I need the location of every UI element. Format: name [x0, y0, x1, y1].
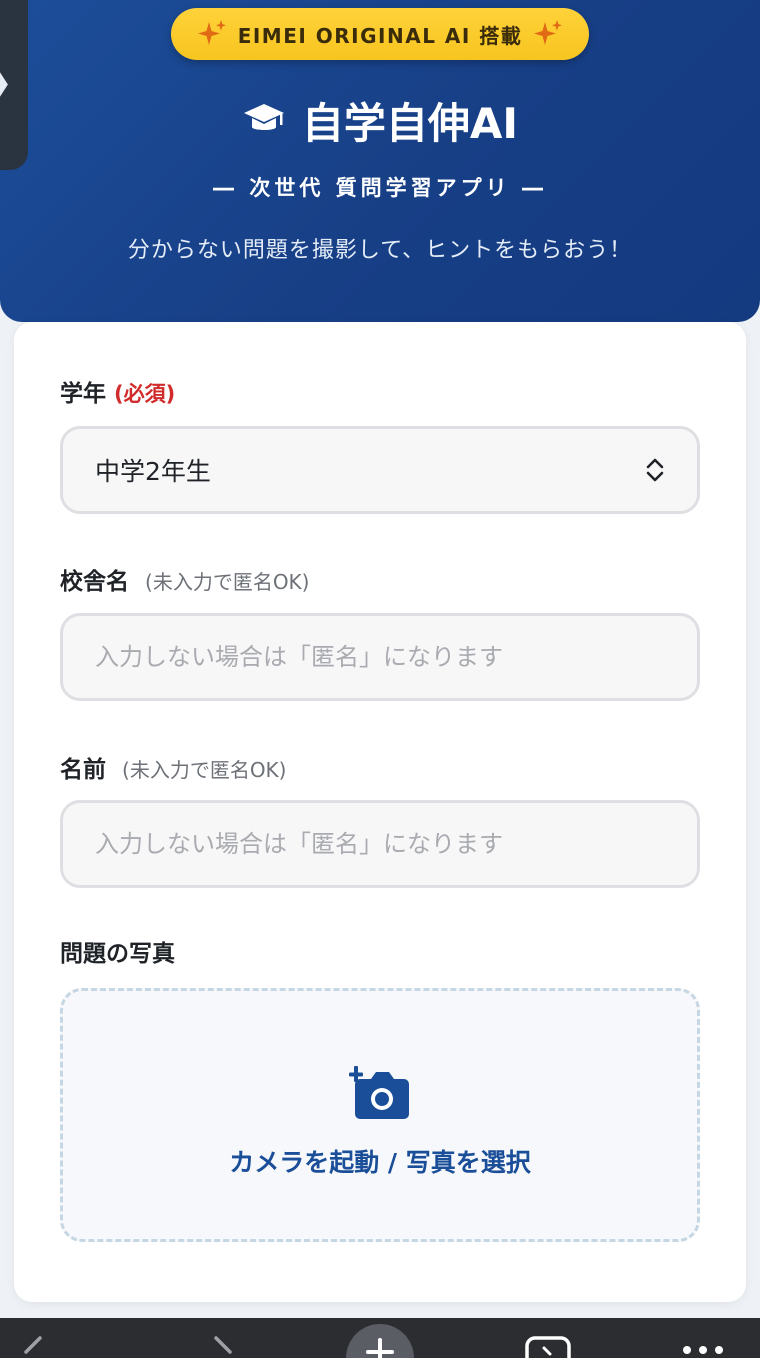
photo-upload-area[interactable]: カメラを起動 / 写真を選択: [60, 988, 700, 1242]
name-label: 名前 (未入力で匿名OK): [60, 757, 287, 783]
school-label: 校舎名 (未入力で匿名OK): [60, 569, 310, 595]
forward-arrow-icon[interactable]: [208, 1336, 238, 1358]
app-header: ❯ EIMEI ORIGINAL AI 搭載 自学自伸AI ― 次世代 質問学習…: [0, 0, 760, 322]
badge-text: EIMEI ORIGINAL AI 搭載: [237, 23, 523, 48]
sparkle-icon: [197, 20, 226, 45]
school-hint: (未入力で匿名OK): [145, 570, 310, 594]
app-subtitle: ― 次世代 質問学習アプリ ―: [213, 176, 547, 200]
question-form: 学年 (必須) 中学2年生 校舎名 (未入力で匿名OK) 名前 (未入力で匿名O…: [14, 322, 746, 1302]
chevron-up-down-icon: [646, 458, 664, 482]
name-field[interactable]: [60, 800, 700, 888]
school-field[interactable]: [60, 613, 700, 701]
back-arrow-icon[interactable]: [18, 1336, 48, 1358]
grade-label: 学年 (必須): [60, 381, 176, 407]
app-title-text: 自学自伸AI: [301, 98, 519, 148]
grade-select-value: 中学2年生: [95, 457, 211, 486]
school-input[interactable]: [95, 643, 665, 671]
upload-label: カメラを起動 / 写真を選択: [229, 1148, 531, 1177]
graduation-cap-icon: [243, 104, 284, 130]
plus-icon: [366, 1338, 394, 1358]
browser-toolbar: [0, 1318, 760, 1358]
photo-label: 問題の写真: [60, 941, 175, 967]
name-hint: (未入力で匿名OK): [122, 758, 287, 782]
name-input[interactable]: [95, 830, 665, 858]
required-mark: (必須): [114, 382, 176, 406]
app-title: 自学自伸AI: [0, 90, 760, 150]
more-icon[interactable]: [680, 1342, 726, 1354]
app-tagline: 分からない問題を撮影して、ヒントをもらおう！: [127, 238, 633, 263]
camera-plus-icon: [347, 1066, 409, 1119]
sparkle-icon: [534, 20, 563, 45]
new-tab-button[interactable]: [346, 1324, 414, 1358]
tabs-icon[interactable]: [524, 1336, 572, 1358]
ai-badge: EIMEI ORIGINAL AI 搭載: [171, 8, 589, 60]
grade-select[interactable]: 中学2年生: [60, 426, 700, 514]
